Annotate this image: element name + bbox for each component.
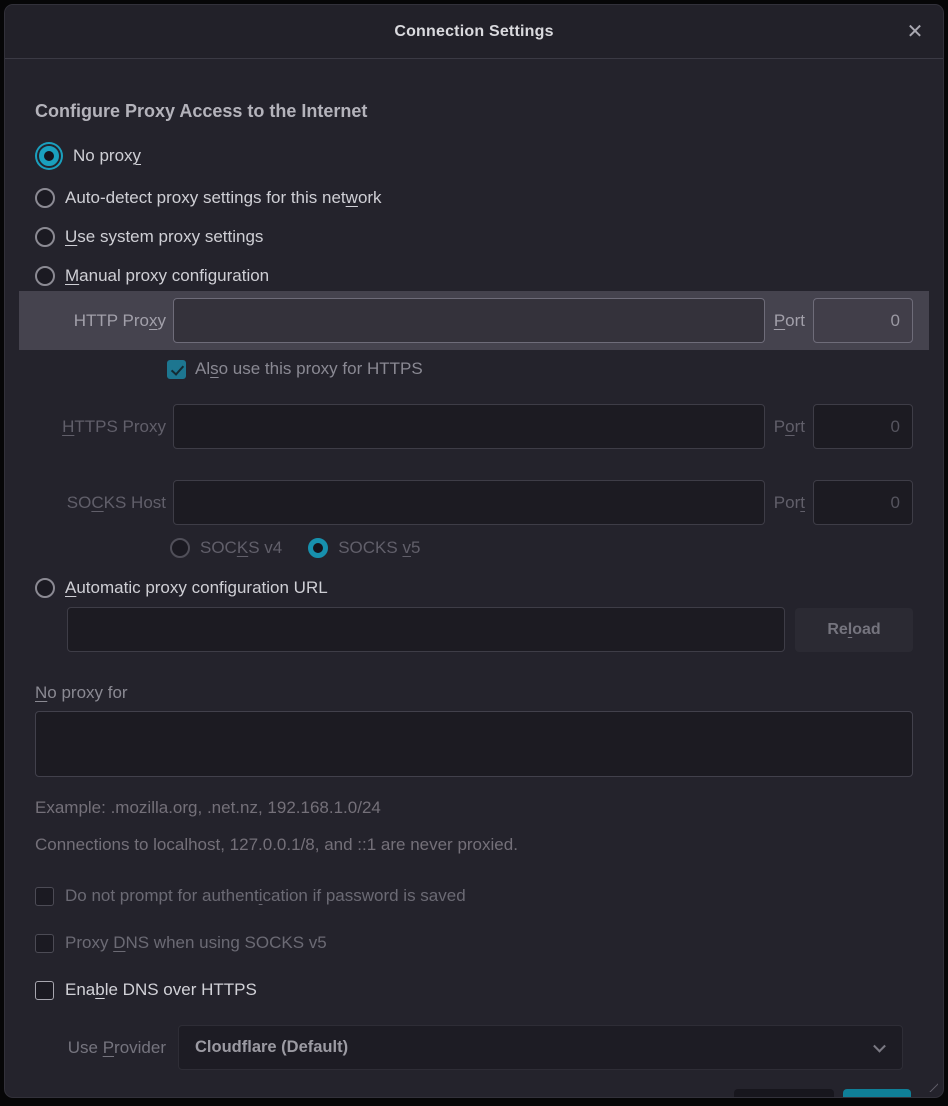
use-provider-label: Use Provider [35,1038,166,1058]
radio-option-autoconfig-url[interactable]: Automatic proxy configuration URL [35,577,913,599]
no-prompt-auth-label[interactable]: Do not prompt for authentication if pass… [65,886,466,906]
radio-autoconfig-url[interactable] [35,578,55,598]
page-title: Configure Proxy Access to the Internet [35,101,913,122]
https-port-input[interactable] [813,404,913,449]
no-prompt-auth-option[interactable]: Do not prompt for authentication if pass… [35,886,913,906]
close-icon[interactable]: ✕ [901,18,929,46]
no-proxy-example-text: Example: .mozilla.org, .net.nz, 192.168.… [35,798,913,818]
connection-settings-dialog: Connection Settings ✕ Configure Proxy Ac… [4,4,944,1098]
radio-manual-proxy[interactable] [35,266,55,286]
reload-button[interactable]: Reload [795,608,913,652]
radio-no-proxy[interactable] [39,146,59,166]
also-https-label[interactable]: Also use this proxy for HTTPS [195,359,423,379]
radio-option-no-proxy[interactable]: No proxy [35,142,913,170]
no-proxy-for-label: No proxy for [35,683,913,703]
radio-label-auto-detect[interactable]: Auto-detect proxy settings for this netw… [65,188,382,208]
never-proxied-note: Connections to localhost, 127.0.0.1/8, a… [35,835,913,855]
radio-label-autoconfig-url[interactable]: Automatic proxy configuration URL [65,578,328,598]
socks-port-input[interactable] [813,480,913,525]
socks-v5-label[interactable]: SOCKS v5 [338,538,420,558]
doh-provider-value: Cloudflare (Default) [195,1038,348,1057]
https-proxy-row: HTTPS Proxy Port [35,404,913,449]
http-port-label: Port [774,311,805,331]
https-proxy-input[interactable] [173,404,765,449]
autoconfig-url-input[interactable] [67,607,785,652]
also-https-option[interactable]: Also use this proxy for HTTPS [167,359,913,379]
dialog-titlebar: Connection Settings ✕ [5,5,943,59]
http-port-input[interactable] [813,298,913,343]
socks-v4-option[interactable]: SOCKS v4 [170,538,282,558]
chevron-down-icon [873,1039,886,1052]
radio-auto-detect[interactable] [35,188,55,208]
radio-label-no-proxy[interactable]: No proxy [73,146,141,166]
proxy-dns-option[interactable]: Proxy DNS when using SOCKS v5 [35,933,913,953]
socks-port-label: Port [774,493,805,513]
radio-option-system-proxy[interactable]: Use system proxy settings [35,226,913,248]
proxy-dns-checkbox[interactable] [35,934,54,953]
ok-button[interactable]: OK [843,1089,911,1098]
dialog-footer: Cancel OK [5,1089,943,1098]
radio-option-manual-proxy[interactable]: Manual proxy configuration [35,265,913,287]
radio-label-system-proxy[interactable]: Use system proxy settings [65,227,263,247]
socks-v4-label[interactable]: SOCKS v4 [200,538,282,558]
socks-host-row: SOCKS Host Port [35,480,913,525]
proxy-dns-label[interactable]: Proxy DNS when using SOCKS v5 [65,933,327,953]
cancel-button[interactable]: Cancel [734,1089,834,1098]
socks-v5-option[interactable]: SOCKS v5 [308,538,420,558]
resize-grip[interactable] [923,1077,938,1092]
doh-provider-select[interactable]: Cloudflare (Default) [178,1025,903,1070]
https-port-label: Port [774,417,805,437]
also-https-checkbox[interactable] [167,360,186,379]
dialog-content: Configure Proxy Access to the Internet N… [5,59,943,1070]
http-proxy-row: HTTP Proxy Port [19,291,929,350]
http-proxy-input[interactable] [173,298,765,343]
no-prompt-auth-checkbox[interactable] [35,887,54,906]
enable-doh-option[interactable]: Enable DNS over HTTPS [35,980,913,1000]
doh-provider-row: Use Provider Cloudflare (Default) [35,1025,913,1070]
https-proxy-label: HTTPS Proxy [35,417,166,437]
socks-version-group: SOCKS v4 SOCKS v5 [170,538,913,558]
autoconfig-url-row: Reload [67,607,913,652]
radio-socks-v4[interactable] [170,538,190,558]
radio-label-manual-proxy[interactable]: Manual proxy configuration [65,266,269,286]
no-proxy-for-textarea[interactable] [35,711,913,777]
http-proxy-label: HTTP Proxy [35,311,166,331]
dialog-title: Connection Settings [394,23,553,41]
socks-host-input[interactable] [173,480,765,525]
radio-option-auto-detect[interactable]: Auto-detect proxy settings for this netw… [35,187,913,209]
enable-doh-checkbox[interactable] [35,981,54,1000]
socks-host-label: SOCKS Host [35,493,166,513]
radio-system-proxy[interactable] [35,227,55,247]
enable-doh-label[interactable]: Enable DNS over HTTPS [65,980,257,1000]
radio-socks-v5[interactable] [308,538,328,558]
